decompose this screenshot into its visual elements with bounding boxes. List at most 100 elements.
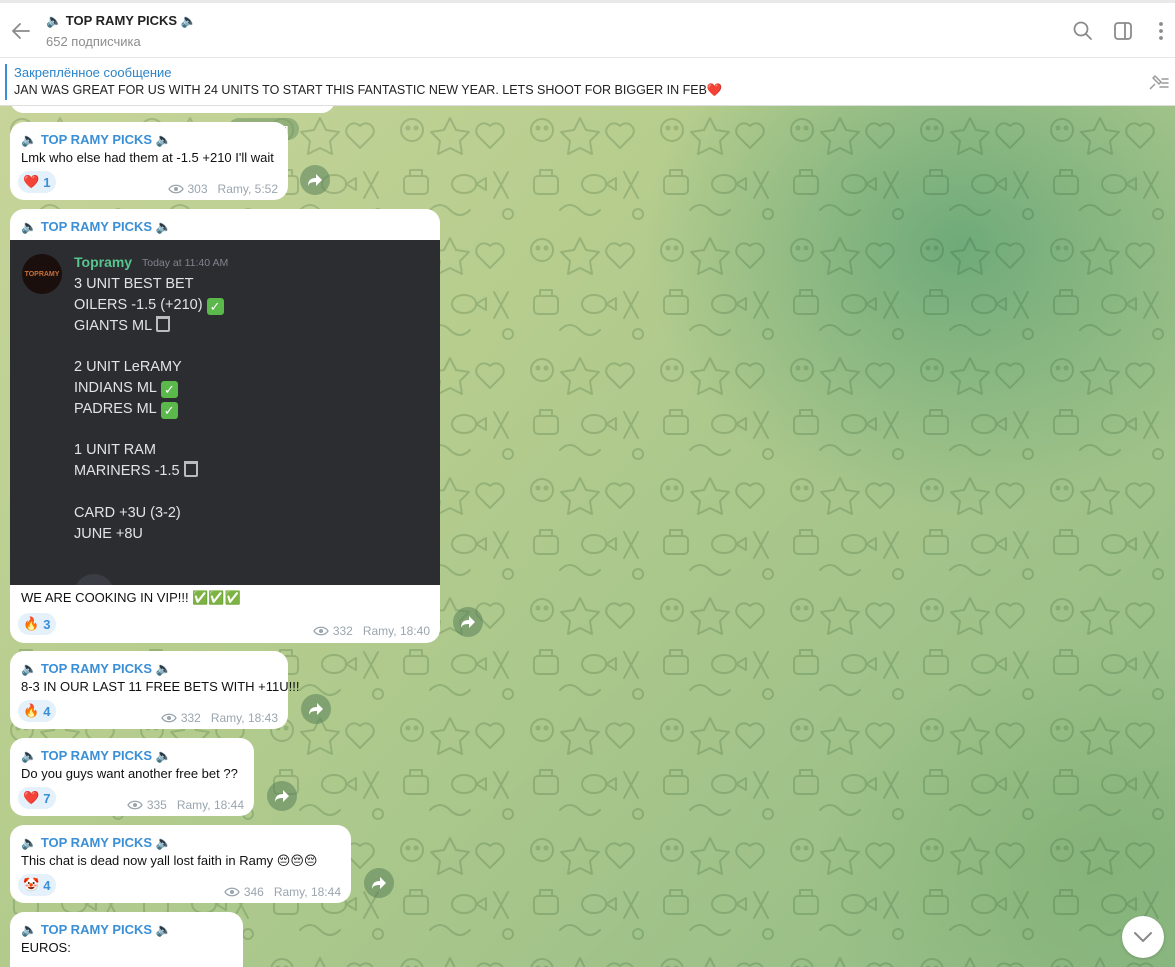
next-avatar-peek <box>74 574 114 585</box>
pick-text: 2 UNIT LeRAMY <box>74 359 182 376</box>
message-meta: 332 Ramy, 18:40 <box>313 624 430 638</box>
heart-reaction-icon: ❤️ <box>23 174 40 189</box>
message-text: Do you guys want another free bet ?? <box>21 766 238 781</box>
speaker-icon: 🔈 <box>155 922 172 937</box>
channel-title[interactable]: 🔈 TOP RAMY PICKS 🔈 <box>46 13 197 29</box>
pin-list-icon[interactable] <box>1147 72 1169 92</box>
previous-message-bubble[interactable] <box>10 106 335 113</box>
chat-area[interactable]: 22 июня 🔈 TOP RAMY PICKS 🔈 Lmk who else … <box>0 106 1175 967</box>
check-mark-icon: ✓ <box>206 297 224 315</box>
message-text: 8-3 IN OUR LAST 11 FREE BETS WITH +11U!!… <box>21 679 300 694</box>
message-text: WE ARE COOKING IN VIP!!! ✅✅✅ <box>21 590 241 605</box>
message-bubble-with-image[interactable]: 🔈 TOP RAMY PICKS 🔈 TOPRAMY Topramy Today… <box>10 209 440 643</box>
speaker-icon: 🔈 <box>21 661 38 676</box>
reaction-chip[interactable]: 🔥 3 <box>18 613 57 635</box>
message-text: This chat is dead now yall lost faith in… <box>21 853 318 868</box>
speaker-icon: 🔈 <box>21 132 38 147</box>
attached-screenshot[interactable]: TOPRAMY Topramy Today at 11:40 AM 3 UNIT… <box>10 240 440 585</box>
view-count: 335 <box>146 798 167 812</box>
speaker-icon: 🔈 <box>21 748 38 763</box>
sidebar-toggle-icon[interactable] <box>1112 20 1134 42</box>
pick-text: OILERS -1.5 (+210) <box>74 296 203 313</box>
speaker-icon: 🔈 <box>155 661 172 676</box>
message-bubble[interactable]: 🔈 TOP RAMY PICKS 🔈 EUROS: <box>10 912 243 967</box>
back-arrow-icon[interactable] <box>9 19 33 43</box>
view-count: 332 <box>180 711 201 725</box>
pick-text: 3 UNIT BEST BET <box>74 276 194 292</box>
reaction-count: 4 <box>43 877 51 893</box>
pick-text: JUNE +8U <box>74 525 143 542</box>
sender-name: TOP RAMY PICKS <box>40 922 153 937</box>
discord-author: Topramy <box>74 254 133 270</box>
speaker-icon: 🔈 <box>21 922 38 937</box>
scroll-to-bottom-button[interactable] <box>1122 916 1164 958</box>
fire-reaction-icon: 🔥 <box>23 616 40 631</box>
check-mark-icon: ✓ <box>160 401 178 419</box>
pick-line: MARINERS -1.5 <box>74 461 224 482</box>
forward-arrow-icon <box>309 703 323 715</box>
reaction-count: 4 <box>43 703 51 719</box>
reaction-count: 1 <box>43 174 51 190</box>
sender-name: TOP RAMY PICKS <box>40 661 153 676</box>
reaction-chip[interactable]: 🔥 4 <box>18 700 57 722</box>
message-bubble[interactable]: 🔈 TOP RAMY PICKS 🔈 Do you guys want anot… <box>10 738 254 816</box>
forward-button[interactable] <box>300 165 330 195</box>
pick-line: 2 UNIT LeRAMY <box>74 357 224 378</box>
search-icon[interactable] <box>1072 20 1094 42</box>
pick-text: GIANTS ML <box>74 317 153 334</box>
speaker-icon: 🔈 <box>155 835 172 850</box>
message-bubble[interactable]: 🔈 TOP RAMY PICKS 🔈 Lmk who else had them… <box>10 122 288 200</box>
reaction-chip[interactable]: ❤️ 1 <box>18 171 57 193</box>
message-bubble[interactable]: 🔈 TOP RAMY PICKS 🔈 This chat is dead now… <box>10 825 351 903</box>
forward-arrow-icon <box>461 616 475 628</box>
pinned-label: Закреплённое сообщение <box>14 65 172 80</box>
views-eye-icon <box>224 887 240 897</box>
views-eye-icon <box>313 626 329 636</box>
forward-button[interactable] <box>453 607 483 637</box>
view-count: 303 <box>187 182 208 196</box>
sender-name: TOP RAMY PICKS <box>40 748 153 763</box>
more-vertical-icon[interactable] <box>1150 20 1172 42</box>
forward-arrow-icon <box>275 790 289 802</box>
pick-line: GIANTS ML <box>74 315 224 337</box>
message-sender[interactable]: 🔈 TOP RAMY PICKS 🔈 <box>21 132 172 148</box>
speaker-icon: 🔈 <box>21 835 38 850</box>
check-mark-icon: ✓ <box>161 380 178 398</box>
reaction-chip[interactable]: 🤡 4 <box>18 874 57 896</box>
message-meta: 335 Ramy, 18:44 <box>127 798 244 812</box>
reaction-chip[interactable]: ❤️ 7 <box>18 787 57 809</box>
view-count: 332 <box>332 624 353 638</box>
subscriber-count: 652 подписчика <box>46 34 141 49</box>
message-sender[interactable]: 🔈 TOP RAMY PICKS 🔈 <box>21 922 172 938</box>
fire-reaction-icon: 🔥 <box>23 703 40 718</box>
author-time: Ramy, 18:40 <box>362 624 430 638</box>
author-time: Ramy, 5:52 <box>217 182 278 196</box>
message-sender[interactable]: 🔈 TOP RAMY PICKS 🔈 <box>21 835 172 851</box>
message-sender[interactable]: 🔈 TOP RAMY PICKS 🔈 <box>21 219 172 235</box>
forward-button[interactable] <box>364 868 394 898</box>
view-count: 346 <box>243 885 264 899</box>
pick-line: CARD +3U (3-2) <box>74 503 224 524</box>
clown-reaction-icon: 🤡 <box>23 877 40 892</box>
sender-name: TOP RAMY PICKS <box>40 219 153 234</box>
speaker-icon: 🔈 <box>155 219 172 234</box>
chat-header: 🔈 TOP RAMY PICKS 🔈 652 подписчика <box>0 0 1175 58</box>
pick-line <box>74 336 224 357</box>
pick-text: 1 UNIT RAM <box>74 442 156 459</box>
forward-arrow-icon <box>308 174 322 186</box>
forward-button[interactable] <box>301 694 331 724</box>
picks-list: 3 UNIT BEST BET OILERS -1.5 (+210) ✓ GIANTS… <box>74 274 224 544</box>
speaker-icon: 🔈 <box>155 132 172 147</box>
pick-line: JUNE +8U <box>74 524 224 545</box>
message-sender[interactable]: 🔈 TOP RAMY PICKS 🔈 <box>21 661 172 677</box>
message-bubble[interactable]: 🔈 TOP RAMY PICKS 🔈 8-3 IN OUR LAST 11 FR… <box>10 651 300 729</box>
pinned-indicator <box>5 64 7 100</box>
pinned-message-bar[interactable]: Закреплённое сообщение JAN WAS GREAT FOR… <box>0 58 1175 106</box>
views-eye-icon <box>167 184 184 194</box>
forward-button[interactable] <box>267 781 297 811</box>
pick-line <box>74 482 224 503</box>
author-time: Ramy, 18:44 <box>273 885 341 899</box>
views-eye-icon <box>161 713 177 723</box>
message-sender[interactable]: 🔈 TOP RAMY PICKS 🔈 <box>21 748 172 764</box>
pinned-text: JAN WAS GREAT FOR US WITH 24 UNITS TO ST… <box>14 83 723 97</box>
